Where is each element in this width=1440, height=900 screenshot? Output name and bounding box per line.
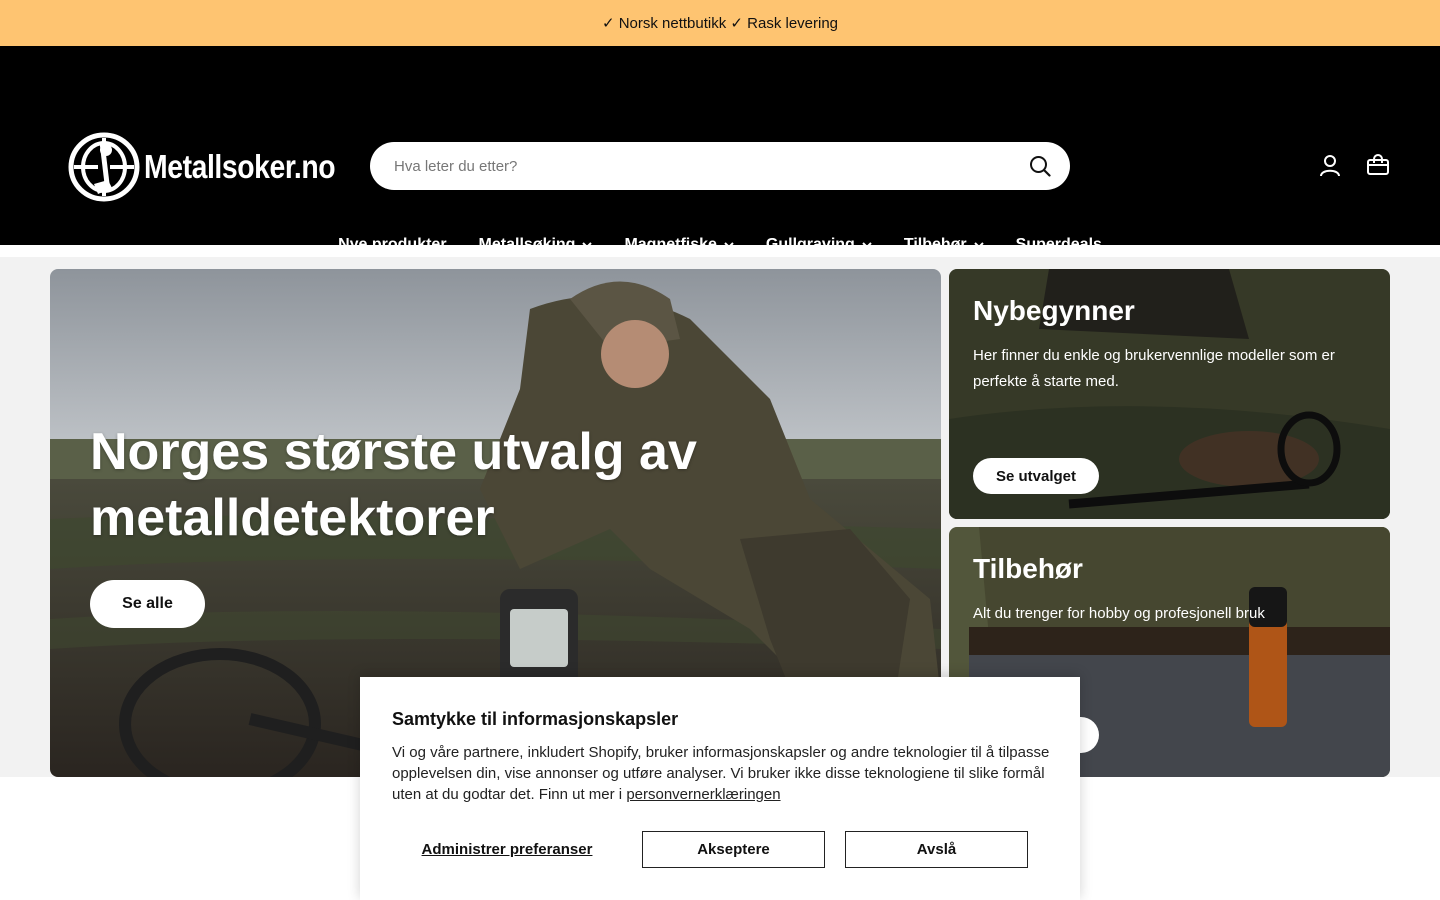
nav-item-nye-produkter[interactable]: Nye produkter <box>322 236 462 254</box>
metal-detector-logo-icon <box>68 132 140 202</box>
nav-item-tilbehor[interactable]: Tilbehør <box>888 236 1000 254</box>
cookie-consent-banner: Samtykke til informasjonskapsler Vi og v… <box>360 677 1080 900</box>
nav-item-gullgraving[interactable]: Gullgraving <box>750 236 888 254</box>
accessories-text: Alt du trenger for hobby og profesjonell… <box>973 605 1265 622</box>
hero-title: Norges største utvalg av metalldetektore… <box>90 423 697 547</box>
privacy-policy-link[interactable]: personvernerklæringen <box>626 786 780 803</box>
see-all-button[interactable]: Se alle <box>90 580 205 628</box>
main-navigation: Nye produkter Metallsøking Magnetfiske G… <box>0 236 1440 254</box>
user-icon <box>1320 155 1340 177</box>
search-button[interactable] <box>1016 142 1064 190</box>
search-bar <box>370 142 1070 190</box>
nav-item-label: Metallsøking <box>478 236 576 253</box>
logo-text: Metallsoker.no <box>144 148 336 185</box>
nav-item-superdeals[interactable]: Superdeals <box>1000 236 1118 254</box>
site-header: Metallsoker.no Nye produkter Metallsøkin… <box>0 46 1440 253</box>
cookie-text: Vi og våre partnere, inkludert Shopify, … <box>392 742 1052 805</box>
decline-button[interactable]: Avslå <box>845 831 1028 868</box>
manage-preferences-button[interactable]: Administrer preferanser <box>392 841 622 858</box>
beginner-card[interactable]: Nybegynner Her finner du enkle og bruker… <box>949 269 1390 519</box>
see-selection-button[interactable]: Se utvalget <box>973 458 1099 494</box>
announcement-bar: ✓ Norsk nettbutikk ✓ Rask levering <box>0 0 1440 46</box>
search-icon <box>1030 156 1051 177</box>
chevron-down-icon <box>973 241 984 249</box>
nav-item-label: Gullgraving <box>765 236 855 253</box>
beginner-text: Her finner du enkle og brukervennlige mo… <box>973 347 1335 390</box>
account-button[interactable] <box>1317 152 1343 178</box>
accept-button[interactable]: Akseptere <box>642 831 825 868</box>
cookie-actions: Administrer preferanser Akseptere Avslå <box>392 831 1048 868</box>
nav-item-label: Tilbehør <box>903 236 967 253</box>
beginner-title: Nybegynner <box>973 295 1135 326</box>
shopping-bag-icon <box>1367 154 1389 175</box>
nav-item-label: Superdeals <box>1015 236 1102 253</box>
nav-item-label: Nye produkter <box>338 236 447 253</box>
chevron-down-icon <box>582 241 593 249</box>
site-logo[interactable]: Metallsoker.no <box>68 132 366 202</box>
announcement-text: ✓ Norsk nettbutikk ✓ Rask levering <box>601 15 839 32</box>
nav-item-magnetfiske[interactable]: Magnetfiske <box>608 236 749 254</box>
nav-item-label: Magnetfiske <box>624 236 717 253</box>
accessories-title: Tilbehør <box>973 553 1083 584</box>
cookie-title: Samtykke til informasjonskapsler <box>392 709 679 729</box>
nav-item-metallsoking[interactable]: Metallsøking <box>463 236 609 254</box>
search-input[interactable] <box>370 142 1016 190</box>
chevron-down-icon <box>724 241 734 249</box>
cart-button[interactable] <box>1365 152 1391 178</box>
chevron-down-icon <box>862 241 872 249</box>
